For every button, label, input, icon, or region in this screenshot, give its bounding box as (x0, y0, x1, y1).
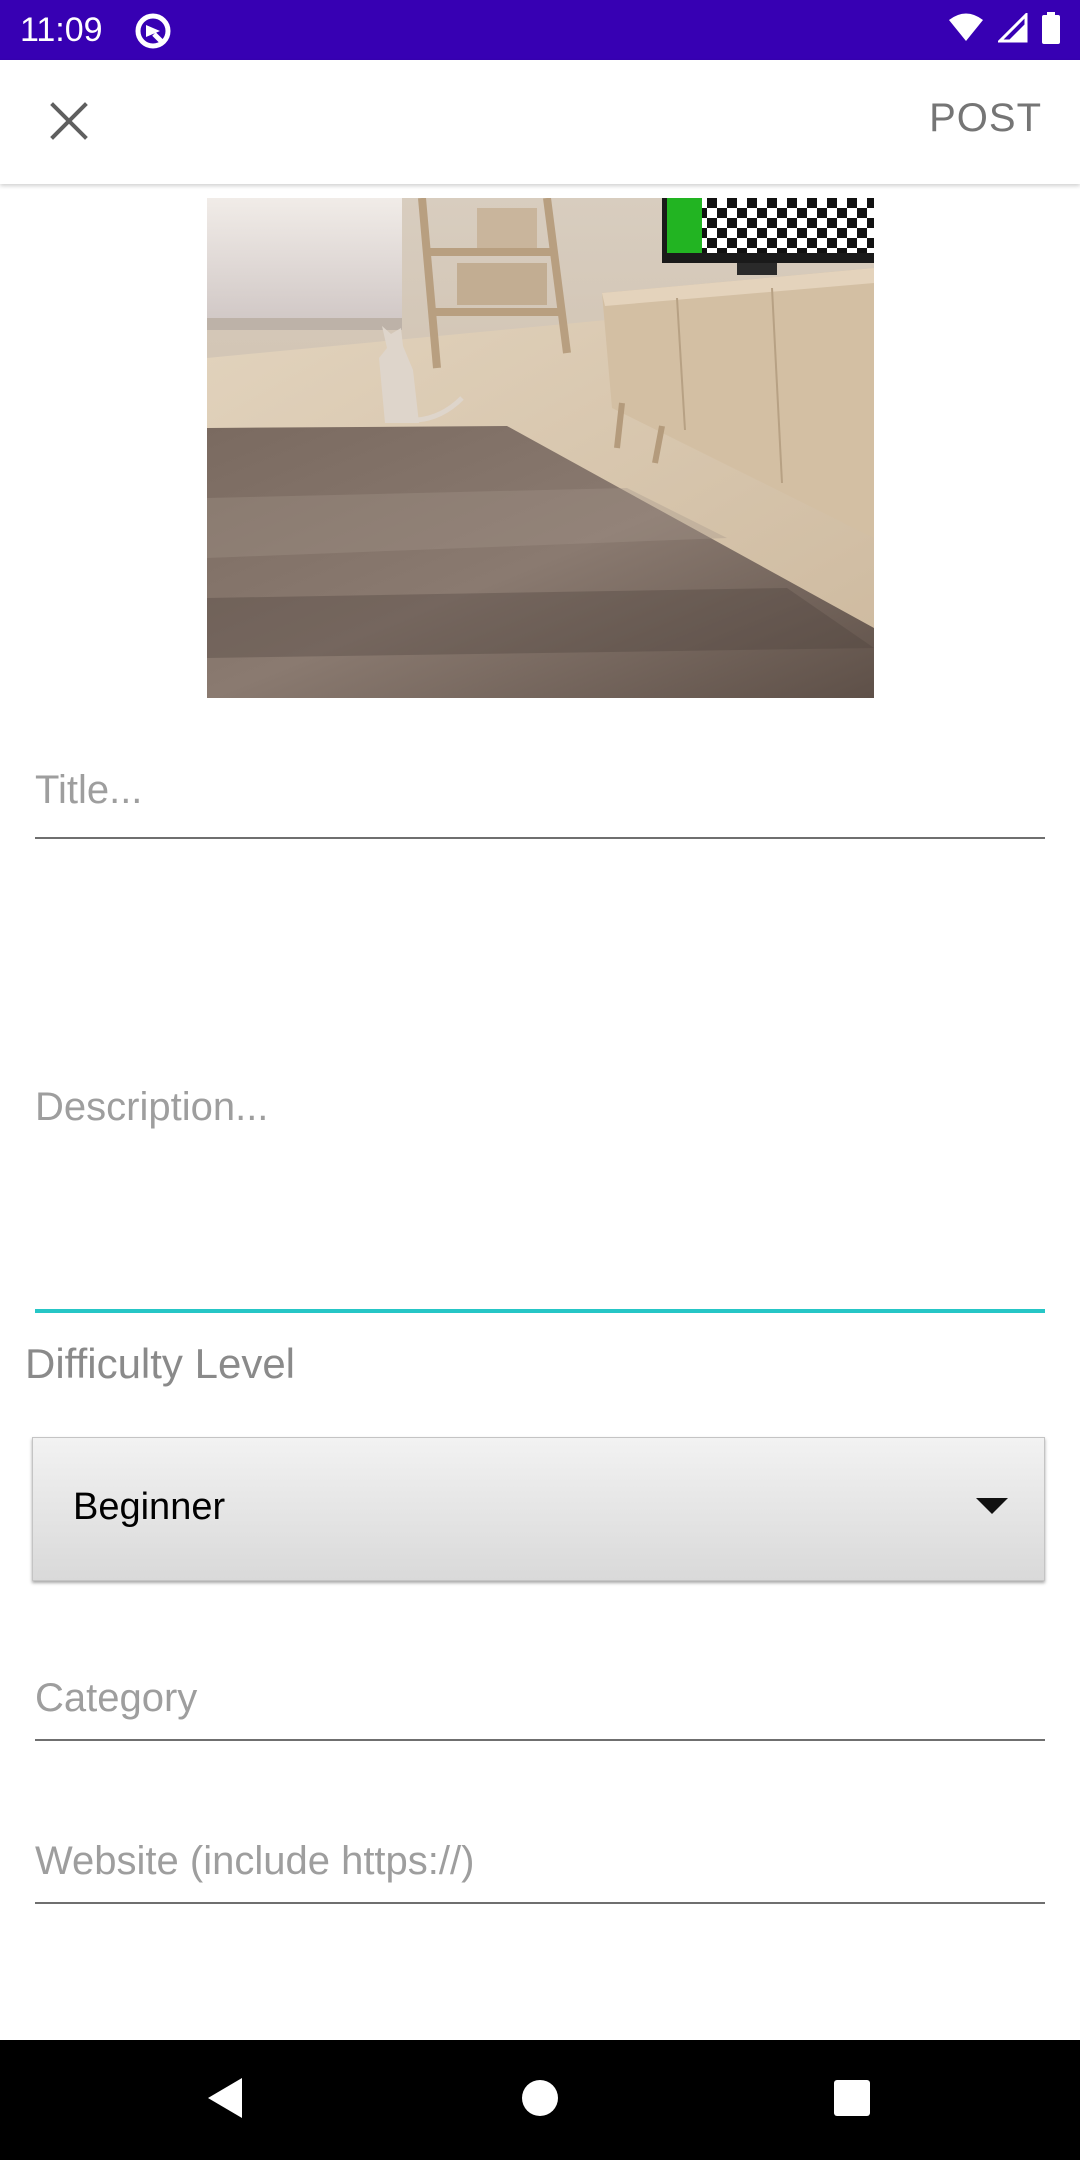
back-button[interactable] (196, 2070, 256, 2130)
difficulty-dropdown[interactable]: Beginner (32, 1437, 1045, 1581)
app-notification-icon (134, 12, 172, 50)
description-field[interactable] (35, 1085, 1045, 1130)
home-circle-icon (520, 2078, 560, 2123)
home-button[interactable] (510, 2070, 570, 2130)
website-field[interactable] (35, 1839, 1045, 1884)
post-button[interactable]: POST (929, 96, 1042, 141)
title-input[interactable] (35, 768, 1045, 813)
title-field[interactable] (35, 768, 1045, 813)
recents-square-icon (833, 2079, 871, 2122)
category-underline (35, 1739, 1045, 1741)
recents-button[interactable] (822, 2070, 882, 2130)
battery-icon (1042, 11, 1060, 49)
status-icons (948, 10, 1060, 50)
dropdown-arrow-icon (976, 1498, 1008, 1514)
close-button[interactable] (36, 90, 102, 156)
difficulty-label: Difficulty Level (25, 1340, 296, 1387)
website-underline (35, 1902, 1045, 1904)
back-triangle-icon (206, 2076, 246, 2125)
close-icon (49, 101, 89, 146)
navigation-bar (0, 2040, 1080, 2160)
cell-signal-icon (996, 10, 1028, 48)
difficulty-selected-value: Beginner (73, 1486, 226, 1528)
website-input[interactable] (35, 1839, 1045, 1884)
uploaded-photo (207, 198, 874, 698)
status-time: 11:09 (20, 11, 103, 49)
category-field[interactable] (35, 1676, 1045, 1721)
wifi-icon (948, 13, 984, 48)
description-underline (35, 1309, 1045, 1313)
category-input[interactable] (35, 1676, 1045, 1721)
status-bar: 11:09 (0, 0, 1080, 60)
title-underline (35, 837, 1045, 839)
app-bar: POST (0, 60, 1080, 184)
description-input[interactable] (35, 1085, 1045, 1130)
